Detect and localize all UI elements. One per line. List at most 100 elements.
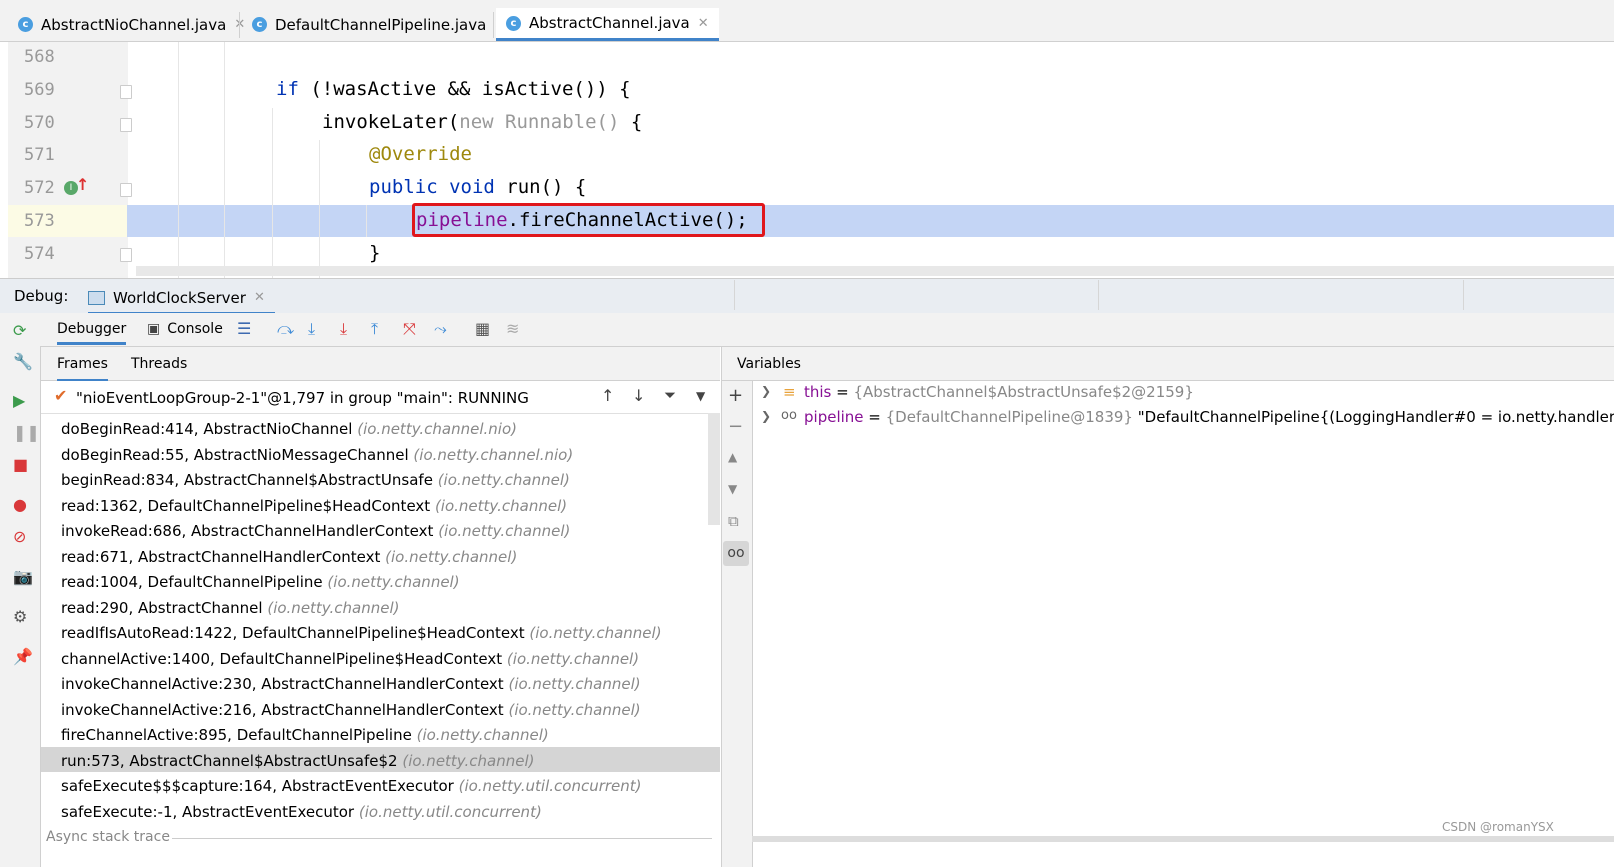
tab-threads[interactable]: Threads [131, 356, 187, 372]
frame-package: (io.netty.channel) [508, 675, 641, 693]
watches-toggle-icon[interactable]: oo [723, 541, 749, 566]
frame-row[interactable]: readIfIsAutoRead:1422, DefaultChannelPip… [61, 624, 662, 642]
line-number: 568 [24, 47, 55, 67]
frame-row[interactable]: read:290, AbstractChannel (io.netty.chan… [61, 599, 400, 617]
variable-pipeline[interactable]: pipeline = {DefaultChannelPipeline@1839}… [804, 408, 1614, 426]
fold-icon[interactable] [120, 85, 132, 99]
variable-name: this [804, 383, 832, 401]
frame-package: (io.netty.channel) [416, 726, 549, 744]
frame-method: read:1004, DefaultChannelPipeline [61, 573, 323, 591]
override-arrow-icon[interactable]: ↑ [76, 175, 89, 194]
mute-breakpoints-icon[interactable]: ⊘ [13, 527, 26, 546]
variables-header [721, 347, 1614, 381]
close-icon[interactable]: ✕ [698, 16, 709, 31]
fold-icon[interactable] [120, 118, 132, 132]
variable-equals: = [863, 408, 886, 426]
async-stack-trace-label: Async stack trace [46, 829, 170, 845]
frame-package: (io.netty.channel) [267, 599, 400, 617]
class-icon: c [252, 17, 267, 32]
tab-abstract-nio-channel[interactable]: c AbstractNioChannel.java ✕ [18, 8, 245, 41]
frame-row[interactable]: safeExecute:-1, AbstractEventExecutor (i… [61, 803, 542, 821]
variable-ref: {DefaultChannelPipeline@1839} [885, 408, 1133, 426]
view-breakpoints-icon[interactable]: ● [13, 495, 27, 514]
frame-row[interactable]: doBeginRead:414, AbstractNioChannel (io.… [61, 420, 517, 438]
run-to-cursor-icon[interactable]: ⤳ [434, 319, 447, 339]
frame-row[interactable]: invokeChannelActive:230, AbstractChannel… [61, 675, 641, 693]
variable-equals: = [831, 383, 854, 401]
evaluate-icon[interactable]: ▦ [475, 319, 490, 338]
debug-config-name: WorldClockServer [113, 288, 246, 307]
resume-icon[interactable]: ▶ [13, 391, 25, 410]
expand-icon[interactable]: ❯ [761, 384, 771, 398]
expand-icon[interactable]: ❯ [761, 409, 771, 423]
code-line-569: if (!wasActive && isActive()) { [276, 78, 631, 100]
frame-row[interactable]: invokeChannelActive:216, AbstractChannel… [61, 701, 641, 719]
frames-scrollbar[interactable] [708, 413, 720, 525]
frame-row[interactable]: read:1362, DefaultChannelPipeline$HeadCo… [61, 497, 567, 515]
trace-icon[interactable]: ≋ [506, 319, 519, 338]
frame-method: invokeRead:686, AbstractChannelHandlerCo… [61, 522, 434, 540]
frame-row[interactable]: doBeginRead:55, AbstractNioMessageChanne… [61, 446, 573, 464]
fold-icon[interactable] [120, 183, 132, 197]
frame-method: read:671, AbstractChannelHandlerContext [61, 548, 381, 566]
frame-package: (io.netty.util.concurrent) [358, 803, 542, 821]
add-watch-icon[interactable]: + [728, 385, 743, 406]
class-icon: c [506, 15, 521, 31]
gear-icon[interactable]: ⚙ [13, 607, 27, 626]
frame-row[interactable]: read:1004, DefaultChannelPipeline (io.ne… [61, 573, 460, 591]
tab-default-channel-pipeline[interactable]: c DefaultChannelPipeline.java ✕ [252, 8, 505, 41]
camera-icon[interactable]: 📷 [13, 567, 33, 586]
frame-row[interactable]: channelActive:1400, DefaultChannelPipeli… [61, 650, 639, 668]
move-up-icon[interactable]: ▲ [728, 450, 737, 464]
frame-row[interactable]: read:671, AbstractChannelHandlerContext … [61, 548, 517, 566]
tab-frames[interactable]: Frames [57, 356, 108, 382]
variable-ref: {AbstractChannel$AbstractUnsafe$2@2159} [853, 383, 1194, 401]
move-down-icon[interactable]: ▼ [728, 482, 737, 496]
frame-row[interactable]: invokeRead:686, AbstractChannelHandlerCo… [61, 522, 570, 540]
chevron-down-icon[interactable]: ▼ [696, 389, 705, 403]
current-line-highlight [127, 205, 1614, 237]
frame-package: (io.netty.channel) [437, 471, 570, 489]
close-icon[interactable]: ✕ [254, 290, 265, 305]
filter-icon[interactable]: ⏷ [664, 386, 676, 404]
variables-scrollbar[interactable] [752, 836, 1614, 842]
console-icon: ▣ [147, 321, 161, 337]
frame-method: read:1362, DefaultChannelPipeline$HeadCo… [61, 497, 431, 515]
run-config-icon [88, 290, 105, 305]
tab-abstract-channel[interactable]: c AbstractChannel.java ✕ [496, 8, 719, 41]
rerun-icon[interactable]: ⟳ [13, 321, 26, 340]
drop-frame-icon[interactable]: ⤧ [403, 319, 416, 339]
force-step-into-icon[interactable]: ⤓ [340, 319, 347, 339]
arrow-down-icon[interactable]: ↓ [632, 386, 645, 405]
pin-icon[interactable]: 📌 [13, 647, 33, 666]
frame-package: (io.netty.channel.nio) [357, 420, 518, 438]
code-editor[interactable] [0, 42, 1614, 278]
watermark: CSDN @romanYSX [1442, 820, 1554, 834]
step-out-icon[interactable]: ⤒ [371, 319, 378, 339]
tab-debugger[interactable]: Debugger [57, 321, 127, 345]
editor-tab-bar: c AbstractNioChannel.java ✕ c DefaultCha… [0, 8, 1614, 42]
frame-method: run:573, AbstractChannel$AbstractUnsafe$… [61, 752, 398, 770]
remove-watch-icon[interactable]: − [728, 416, 743, 437]
tab-console-label: Console [167, 321, 223, 337]
frame-row[interactable]: run:573, AbstractChannel$AbstractUnsafe$… [61, 752, 535, 770]
fold-icon[interactable] [120, 248, 132, 262]
settings-wrench-icon[interactable]: 🔧 [13, 352, 33, 371]
frame-package: (io.netty.channel) [385, 548, 518, 566]
step-over-icon[interactable]: ⤓ [308, 319, 315, 339]
arrow-up-icon[interactable]: ↑ [601, 386, 614, 405]
copy-icon[interactable]: ⧉ [728, 512, 739, 530]
show-execution-point-icon[interactable]: ⤼ [277, 319, 294, 339]
tab-label: AbstractChannel.java [529, 14, 690, 32]
tab-debug-session[interactable]: WorldClockServer ✕ [88, 283, 275, 315]
pause-icon[interactable]: ❚❚ [13, 423, 40, 442]
layout-icon[interactable]: ☰ [237, 319, 251, 338]
frame-row[interactable]: beginRead:834, AbstractChannel$AbstractU… [61, 471, 570, 489]
frame-row[interactable]: safeExecute$$$capture:164, AbstractEvent… [61, 777, 642, 795]
variable-this[interactable]: this = {AbstractChannel$AbstractUnsafe$2… [804, 383, 1194, 401]
tab-console[interactable]: ▣ Console [147, 321, 223, 337]
stop-icon[interactable]: ■ [13, 455, 28, 474]
editor-scrollbar[interactable] [136, 266, 1614, 276]
frame-row[interactable]: fireChannelActive:895, DefaultChannelPip… [61, 726, 549, 744]
frame-method: doBeginRead:414, AbstractNioChannel [61, 420, 353, 438]
